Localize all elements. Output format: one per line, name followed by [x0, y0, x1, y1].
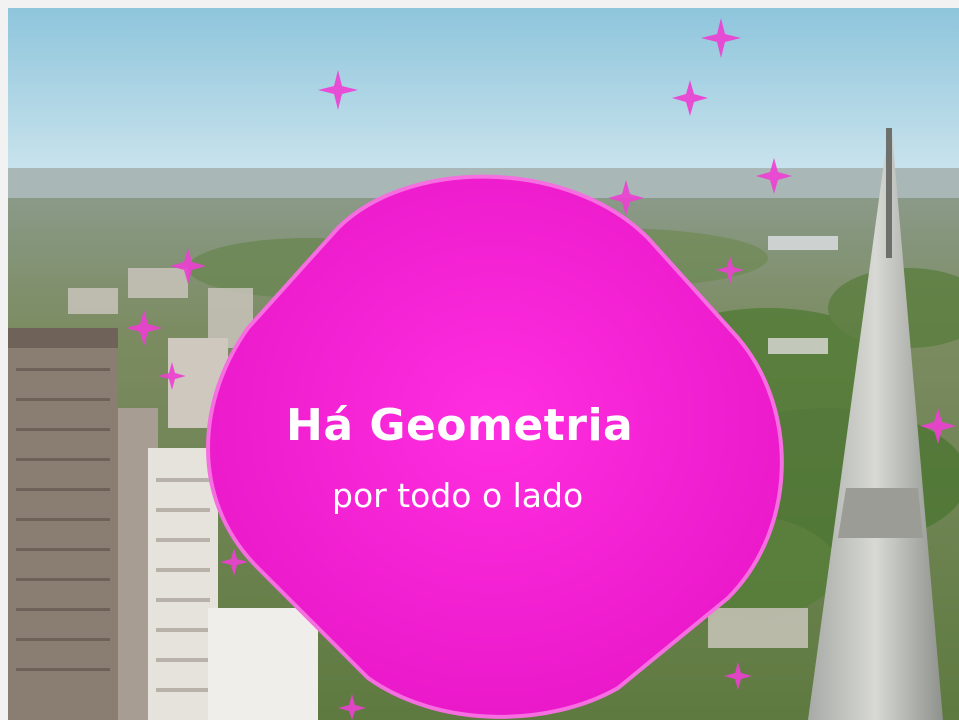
sky: [8, 8, 959, 188]
city-aerial-scene: [8, 8, 959, 720]
title-text: Há Geometria: [286, 400, 634, 451]
video-frame: Há Geometria por todo o lado: [8, 8, 959, 720]
subtitle-text: por todo o lado: [332, 476, 584, 515]
